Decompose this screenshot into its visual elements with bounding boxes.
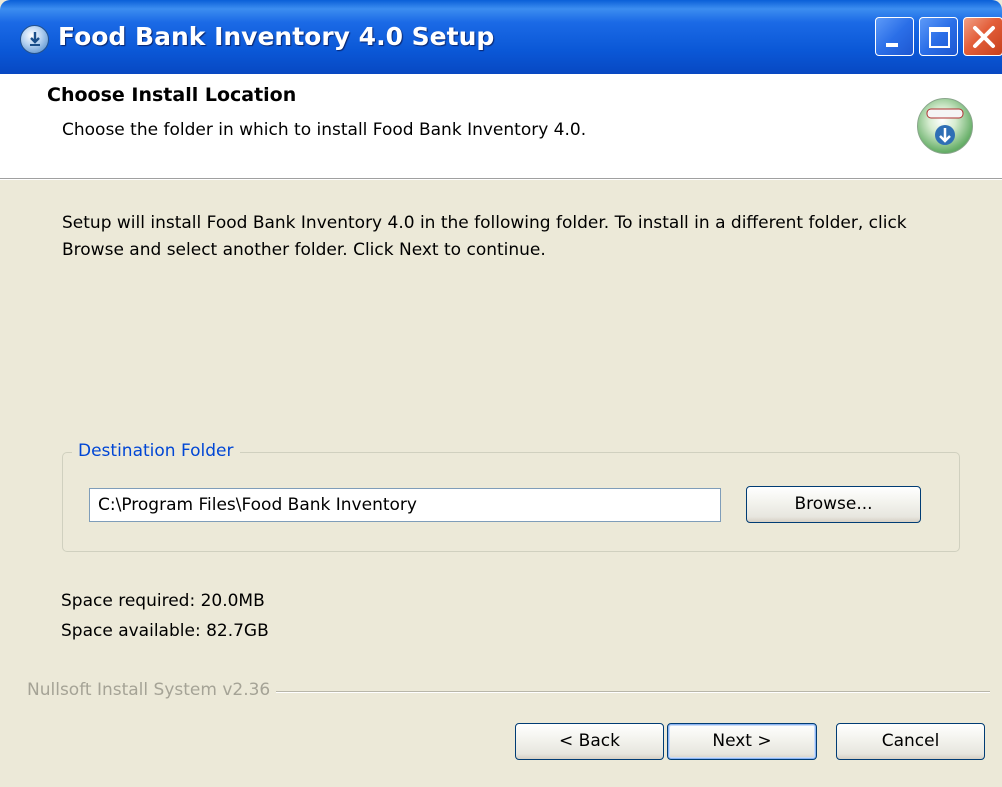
back-button-label: < Back [559,731,620,751]
title-bar[interactable]: Food Bank Inventory 4.0 Setup [0,0,1002,74]
instructions-text: Setup will install Food Bank Inventory 4… [62,213,907,260]
nsis-install-icon [917,98,973,154]
page-title: Choose Install Location [47,84,297,106]
installer-icon [20,25,49,54]
minimize-button[interactable] [875,17,914,56]
maximize-button[interactable] [919,17,958,56]
browse-button[interactable]: Browse... [746,486,921,523]
browse-button-label: Browse... [794,494,873,514]
back-button[interactable]: < Back [515,723,664,760]
branding-text: Nullsoft Install System v2.36 [27,680,277,700]
page-subtitle: Choose the folder in which to install Fo… [62,120,587,140]
window-title: Food Bank Inventory 4.0 Setup [58,22,495,51]
destination-legend: Destination Folder [72,441,240,461]
setup-window: Food Bank Inventory 4.0 Setup Choose Ins… [0,0,1002,787]
cancel-button[interactable]: Cancel [836,723,985,760]
page-header: Choose Install Location Choose the folde… [0,74,1002,180]
next-button[interactable]: Next > [667,723,817,760]
space-available-text: Space available: 82.7GB [61,621,269,641]
minimize-icon [886,43,898,47]
close-button[interactable] [963,17,1002,56]
close-icon [973,26,995,48]
cancel-button-label: Cancel [881,731,940,751]
space-required-text: Space required: 20.0MB [61,591,265,611]
next-button-label: Next > [712,731,772,751]
maximize-icon [929,27,950,48]
destination-path-input[interactable] [89,488,721,522]
